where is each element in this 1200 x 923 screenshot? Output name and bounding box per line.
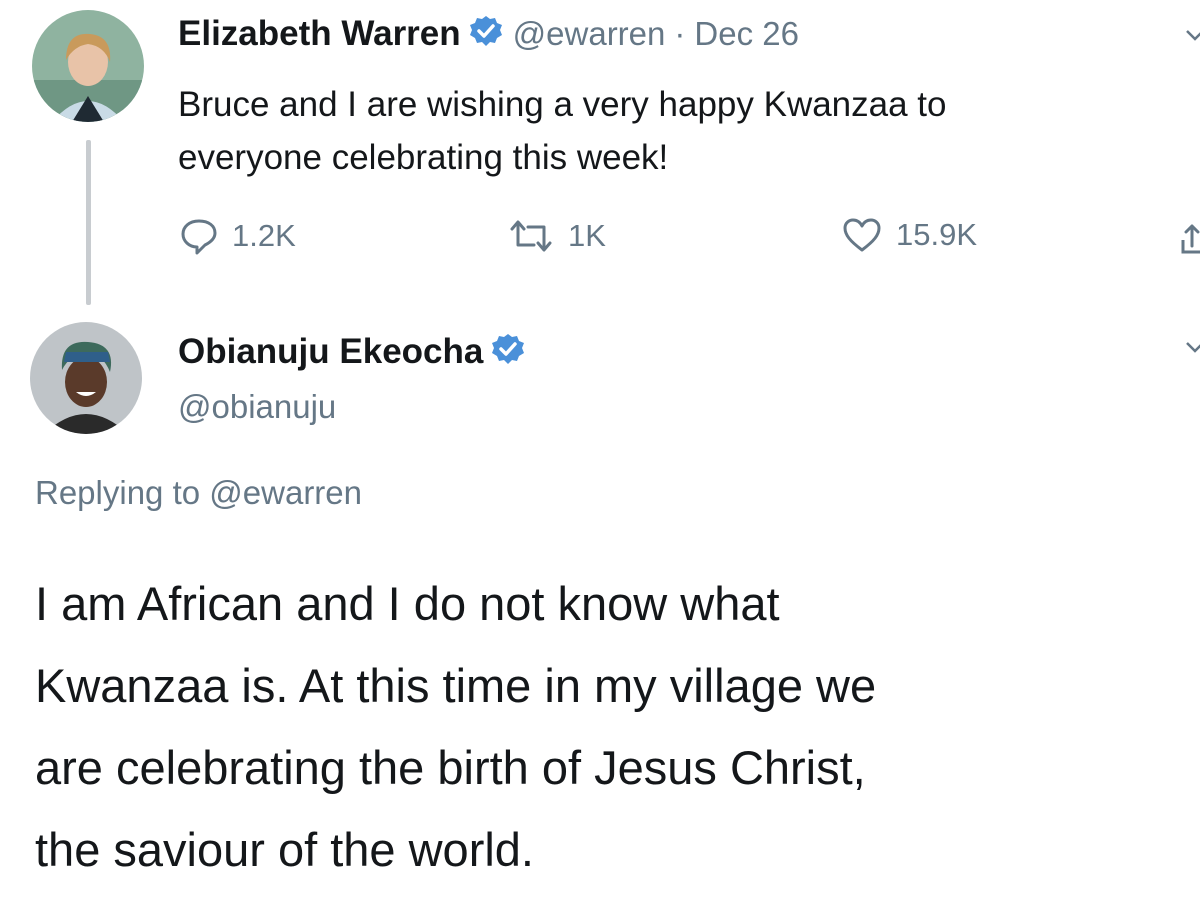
reply-button[interactable]: 1.2K (180, 217, 296, 255)
chevron-down-icon[interactable] (1184, 336, 1200, 358)
replying-to-line: Replying to @ewarren (35, 474, 362, 512)
tweet-text: Bruce and I are wishing a very happy Kwa… (178, 85, 947, 177)
chevron-down-icon[interactable] (1184, 24, 1200, 46)
replying-to-label: Replying to (35, 474, 201, 511)
reply-count: 1.2K (232, 218, 296, 253)
share-icon[interactable] (1180, 222, 1200, 256)
avatar-obianuju-ekeocha[interactable] (30, 322, 142, 434)
replying-to-mention[interactable]: @ewarren (209, 474, 362, 511)
author-handle[interactable]: @obianuju (178, 388, 336, 426)
like-icon (843, 218, 881, 252)
author-handle[interactable]: @ewarren (513, 15, 666, 53)
tweet-header: Elizabeth Warren @ewarren · Dec 26 (178, 14, 799, 54)
thread-connector-line (86, 140, 91, 305)
author-name[interactable]: Obianuju Ekeocha (178, 332, 483, 372)
tweet-text: I am African and I do not know what Kwan… (35, 577, 877, 876)
verified-badge-icon (469, 15, 503, 54)
verified-badge-icon (491, 333, 525, 372)
avatar-elizabeth-warren[interactable] (32, 10, 144, 122)
tweet-date[interactable]: Dec 26 (694, 15, 799, 53)
retweet-button[interactable]: 1K (508, 217, 606, 255)
separator-dot: · (674, 15, 686, 52)
reply-icon (181, 219, 217, 255)
like-button[interactable]: 15.9K (842, 217, 977, 253)
retweet-icon (510, 220, 552, 252)
tweet-header: Obianuju Ekeocha (178, 332, 535, 372)
retweet-count: 1K (568, 218, 606, 253)
author-name[interactable]: Elizabeth Warren (178, 14, 461, 54)
like-count: 15.9K (896, 217, 978, 252)
